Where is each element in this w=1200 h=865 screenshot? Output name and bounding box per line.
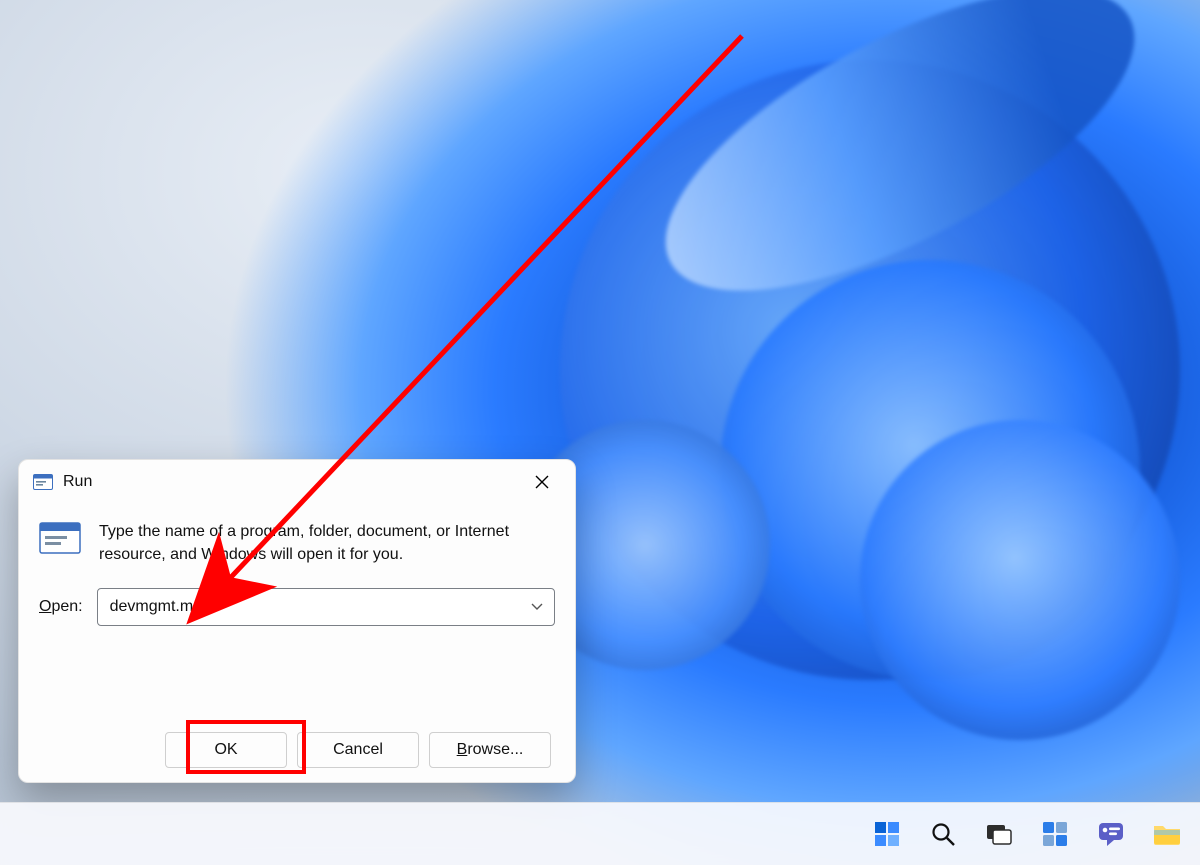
button-row: OK Cancel Browse...	[39, 732, 555, 768]
open-combobox[interactable]	[97, 588, 555, 626]
browse-button[interactable]: Browse...	[429, 732, 551, 768]
start-button[interactable]	[872, 819, 902, 849]
widgets-button[interactable]	[1040, 819, 1070, 849]
task-view-button[interactable]	[984, 819, 1014, 849]
file-explorer-icon	[1152, 821, 1182, 847]
search-button[interactable]	[928, 819, 958, 849]
chevron-down-icon	[531, 603, 543, 611]
dialog-title: Run	[63, 473, 519, 491]
close-icon	[535, 475, 549, 489]
run-dialog: Run Type the name of a program, folder, …	[18, 459, 576, 783]
ok-button[interactable]: OK	[165, 732, 287, 768]
titlebar[interactable]: Run	[19, 460, 575, 504]
dialog-body: Type the name of a program, folder, docu…	[19, 504, 575, 782]
cancel-button[interactable]: Cancel	[297, 732, 419, 768]
task-view-icon	[985, 822, 1013, 846]
taskbar	[0, 802, 1200, 865]
dropdown-toggle[interactable]	[526, 596, 548, 618]
close-button[interactable]	[519, 466, 565, 498]
search-icon	[930, 821, 956, 847]
dialog-description: Type the name of a program, folder, docu…	[99, 520, 555, 566]
run-body-icon	[39, 522, 81, 556]
chat-icon	[1097, 821, 1125, 847]
file-explorer-button[interactable]	[1152, 819, 1182, 849]
start-icon	[874, 821, 900, 847]
open-label: Open:	[39, 598, 83, 616]
chat-button[interactable]	[1096, 819, 1126, 849]
run-icon	[33, 474, 53, 490]
open-input[interactable]	[108, 597, 526, 617]
widgets-icon	[1042, 821, 1068, 847]
